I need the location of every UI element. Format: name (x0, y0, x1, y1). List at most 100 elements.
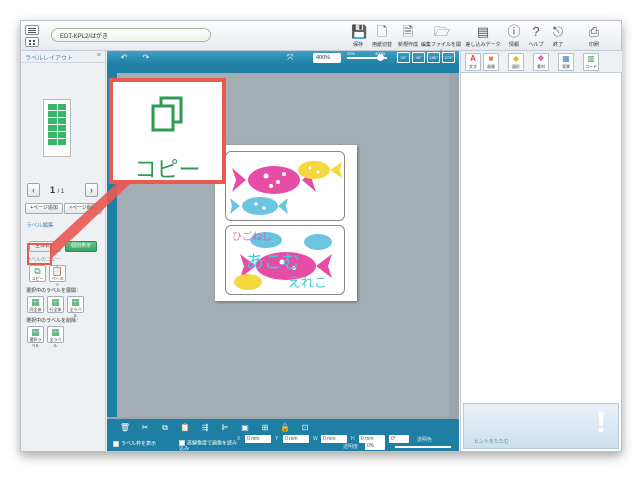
copy-icon: ⧉ (34, 266, 41, 276)
zoom-select[interactable]: 400% (313, 53, 341, 63)
canvas-toolbar: ↶ ↷ ⤧ 400% 25% 400% 90° 90° 180° 270° (107, 51, 459, 65)
frame-icon[interactable]: ⊡ (299, 422, 311, 433)
menu-button[interactable] (25, 25, 39, 35)
label-text-top: ひごねし (232, 232, 272, 243)
copy-button[interactable]: ⧉ コピー (29, 265, 46, 282)
ruler-horizontal (117, 65, 459, 73)
grid-icon: ▦ (31, 297, 40, 307)
add-page-button[interactable]: +ページ追加 (25, 203, 63, 214)
top-toolbar: EDT-KPL2/はがき 💾 保存 🗋 用紙切替 🗎 新規作成 🗁 編集ファイル… (21, 21, 621, 56)
zoom-min: 25% (347, 51, 356, 56)
delete-page-button[interactable]: ×ページ削除 (64, 203, 102, 214)
grid-icon: ▦ (31, 327, 40, 337)
label-edit-heading: ラベル編集 (26, 223, 54, 229)
next-page-button[interactable]: › (85, 183, 98, 197)
page-thumbnail[interactable] (43, 99, 71, 157)
layer-icon[interactable]: ▣ (239, 422, 251, 433)
delete-selected-button[interactable]: ▦ 選択ラベル (27, 326, 44, 348)
cut-icon[interactable]: ✂ (139, 422, 151, 433)
close-icon[interactable]: × (97, 52, 101, 59)
grid-icon: ▦ (51, 297, 60, 307)
property-panel: A 文字 ■ 画像 ◆ 図形 ❖ 素材 ▦ 背景 ▥ コード ! ヒントをたたむ (460, 51, 622, 451)
page-icon: 🗋 (376, 24, 388, 39)
collapse-hint-button[interactable]: ヒントをたたむ (474, 438, 509, 445)
lock-icon[interactable]: 🔒 (279, 422, 291, 433)
label-text-bottom: えれこ (288, 275, 328, 290)
callout-label: コピー (134, 158, 201, 183)
x-field[interactable]: 0 mm (245, 435, 271, 443)
y-field[interactable]: 0 mm (283, 435, 309, 443)
expand-heading: 選択中のラベルを展開： (26, 288, 82, 294)
postcard-page: ひごねし あこむ えれこ (215, 145, 357, 301)
copy-callout: コピー (109, 78, 226, 184)
text-icon: A (470, 54, 476, 63)
exit-button[interactable]: ⎋ 終了 (543, 24, 573, 49)
grid-view-button[interactable] (25, 37, 39, 47)
align-left-icon[interactable]: ⊫ (219, 422, 231, 433)
redo-icon[interactable]: ↷ (139, 53, 153, 63)
w-field[interactable]: 0 mm (321, 435, 347, 443)
hi-res-checkbox[interactable]: 高解像度で画像を読み込み (179, 440, 239, 452)
y-label: Y (275, 436, 279, 442)
tab-background[interactable]: ▦ 背景 (558, 53, 574, 71)
code-icon: ▥ (587, 54, 595, 63)
zoom-slider[interactable] (347, 54, 387, 61)
data-icon: ▤ (476, 24, 490, 39)
merge-data-button[interactable]: ▤ 差し込みデータ (465, 24, 501, 49)
bottom-toolbar: 🗑 ✂ ⧉ 📋 ⇶ ⊫ ▣ ⊞ 🔒 ⊡ X 0 mm Y 0 mm W 0 mm… (107, 419, 459, 452)
help-icon: ? (532, 24, 540, 39)
tab-shape[interactable]: ◆ 図形 (508, 53, 524, 71)
tab-material[interactable]: ❖ 素材 (533, 53, 549, 71)
angle-field[interactable]: 0° (389, 435, 409, 443)
label-1[interactable] (225, 151, 345, 221)
paste-icon: 📋 (51, 266, 64, 276)
new-button[interactable]: 🗎 新規作成 (393, 24, 423, 49)
panel-header: ラベルレイアウト × (21, 51, 105, 63)
label-text-main: あこむ (246, 252, 300, 272)
grid-icon: ▦ (51, 327, 60, 337)
show-frame-checkbox[interactable]: ラベル枠を表示 (113, 440, 156, 447)
page-current: 1 (50, 185, 56, 195)
delete-all-button[interactable]: ▦ 全ラベル (47, 326, 64, 348)
paste-button[interactable]: 📋 ペースト (49, 265, 66, 287)
copy-highlight (27, 243, 52, 265)
tab-image[interactable]: ■ 画像 (483, 53, 499, 71)
fit-icon[interactable]: ⤧ (287, 53, 293, 63)
open-button[interactable]: 🗁 編集ファイルを開く (421, 24, 461, 56)
opacity-field[interactable]: 0% (365, 442, 385, 450)
expand-all-button[interactable]: ▦ 全ラベル (67, 296, 84, 318)
label-2[interactable]: ひごねし あこむ えれこ (225, 225, 345, 295)
tab-text[interactable]: A 文字 (465, 53, 481, 71)
object-tabs: A 文字 ■ 画像 ◆ 図形 ❖ 素材 ▦ 背景 ▥ コード (461, 51, 622, 73)
hint-area: ! ヒントをたたむ (463, 403, 619, 449)
group-icon[interactable]: ⊞ (259, 422, 271, 433)
expand-column-button[interactable]: ▦ 同全体 (27, 296, 44, 313)
prev-page-button[interactable]: ‹ (27, 183, 40, 197)
opacity-slider[interactable] (395, 446, 451, 448)
save-icon: 💾 (351, 24, 368, 39)
background-icon: ▦ (562, 54, 570, 63)
shape-icon: ◆ (512, 54, 520, 63)
tab-code[interactable]: ▥ コード (583, 53, 599, 71)
align-icon[interactable]: ⇶ (199, 422, 211, 433)
individual-view-button[interactable]: 個別表示 (65, 241, 97, 252)
rotate-button-3[interactable]: 180° (427, 52, 440, 63)
copy-icon[interactable]: ⧉ (159, 422, 171, 433)
hint-icon: ! (596, 406, 606, 439)
rotate-button-4[interactable]: 270° (442, 52, 455, 63)
expand-row-button[interactable]: ▦ 行全体 (47, 296, 64, 313)
info-icon: ⓘ (507, 24, 521, 39)
page-total: / 1 (57, 189, 65, 195)
material-icon: ❖ (537, 54, 545, 63)
rotate-button-1[interactable]: 90° (397, 52, 410, 63)
w-label: W (313, 436, 318, 442)
paste-icon[interactable]: 📋 (179, 422, 191, 433)
print-button[interactable]: ⎙ 印刷 (579, 24, 609, 49)
document-title[interactable]: EDT-KPL2/はがき (51, 28, 211, 42)
trash-icon[interactable]: 🗑 (119, 422, 131, 433)
page-pager: ‹ 1 / 1 › (27, 183, 102, 199)
undo-icon[interactable]: ↶ (117, 53, 131, 63)
opacity-label: 透明度 (343, 444, 359, 450)
rotate-button-2[interactable]: 90° (412, 52, 425, 63)
delete-heading: 選択中のラベルを削除： (26, 318, 82, 324)
